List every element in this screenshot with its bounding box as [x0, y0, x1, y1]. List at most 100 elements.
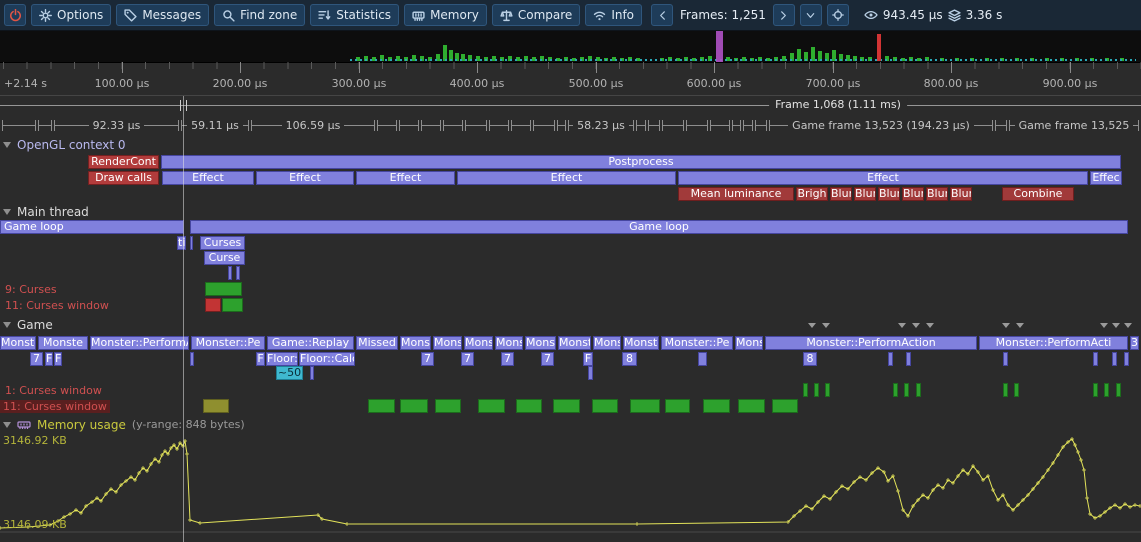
- zone-bar[interactable]: Monster::PerformA: [90, 336, 189, 350]
- game-frame-segment[interactable]: [38, 120, 52, 131]
- collapsed-zones-arrow-icon[interactable]: [822, 323, 830, 328]
- game-frame-segment[interactable]: 106.59 µs: [251, 120, 375, 131]
- lock-bar[interactable]: [1003, 383, 1008, 397]
- game-frame-segment[interactable]: [648, 120, 660, 131]
- memory-button[interactable]: Memory: [404, 4, 487, 26]
- zone-bar[interactable]: Effect: [256, 171, 354, 185]
- collapsed-zones-arrow-icon[interactable]: [898, 323, 906, 328]
- lock-bar[interactable]: [1014, 383, 1019, 397]
- zone-bar[interactable]: Curse: [204, 251, 245, 265]
- zone-bar[interactable]: Draw calls: [88, 171, 159, 185]
- zone-bar[interactable]: ~50: [276, 366, 303, 380]
- lock-bar[interactable]: [916, 383, 921, 397]
- game-frame-segment[interactable]: [662, 120, 684, 131]
- section-header-opengl[interactable]: OpenGL context 0: [0, 137, 1141, 152]
- lock-bar[interactable]: [893, 383, 898, 397]
- game-frame-segment[interactable]: [489, 120, 509, 131]
- game-frame-segment[interactable]: [377, 120, 397, 131]
- section-header-memory[interactable]: Memory usage (y-range: 848 bytes): [0, 417, 1141, 432]
- zone-bar[interactable]: Curses: [200, 236, 245, 250]
- lock-bar[interactable]: [368, 399, 395, 413]
- lock-bar[interactable]: [1093, 383, 1098, 397]
- zone-bar[interactable]: Monst: [400, 336, 431, 350]
- zone-bar[interactable]: Blur: [902, 187, 924, 201]
- lock-bar[interactable]: [553, 399, 580, 413]
- frame-menu-button[interactable]: [800, 4, 822, 26]
- game-frame-segment[interactable]: [557, 120, 566, 131]
- zone-bar[interactable]: 7: [30, 352, 43, 366]
- collapsed-zones-arrow-icon[interactable]: [1016, 323, 1024, 328]
- collapsed-zones-arrow-icon[interactable]: [808, 323, 816, 328]
- frame-overview-strip[interactable]: [0, 31, 1141, 63]
- zone-bar[interactable]: Brigh: [796, 187, 828, 201]
- zone-bar[interactable]: 8: [622, 352, 637, 366]
- zone-bar[interactable]: Effect: [162, 171, 254, 185]
- frame-band[interactable]: Frame 1,068 (1.11 ms): [0, 96, 1141, 115]
- zone-bar[interactable]: 7: [501, 352, 514, 366]
- zone-tick[interactable]: [906, 352, 911, 366]
- lock-bar[interactable]: [904, 383, 909, 397]
- zone-tick[interactable]: [228, 266, 232, 280]
- game-frame-segment[interactable]: [732, 120, 741, 131]
- collapsed-zones-arrow-icon[interactable]: [926, 323, 934, 328]
- lock-bar[interactable]: [205, 298, 221, 312]
- game-frame-segment[interactable]: [995, 120, 1007, 131]
- next-frame-button[interactable]: [773, 4, 795, 26]
- zone-bar[interactable]: Mons: [735, 336, 763, 350]
- zone-tick[interactable]: [698, 352, 707, 366]
- goto-frame-button[interactable]: [827, 4, 849, 26]
- game-frame-segment[interactable]: [443, 120, 463, 131]
- zone-bar[interactable]: F: [54, 352, 62, 366]
- zone-bar[interactable]: Monste: [0, 336, 36, 350]
- zone-bar[interactable]: Blur: [830, 187, 852, 201]
- zone-tick[interactable]: [588, 366, 593, 380]
- zone-bar[interactable]: Monster::Pe: [661, 336, 733, 350]
- current-view-marker[interactable]: [716, 31, 723, 62]
- zone-tick[interactable]: [190, 236, 193, 250]
- compare-button[interactable]: Compare: [492, 4, 580, 26]
- zone-bar[interactable]: Blur: [926, 187, 948, 201]
- lock-bar[interactable]: [1116, 383, 1121, 397]
- statistics-button[interactable]: Statistics: [310, 4, 399, 26]
- zone-bar[interactable]: Mons: [495, 336, 523, 350]
- zone-bar[interactable]: 7: [421, 352, 434, 366]
- zone-bar[interactable]: F: [45, 352, 53, 366]
- zone-bar[interactable]: Postprocess: [161, 155, 1121, 169]
- lock-bar[interactable]: [738, 399, 765, 413]
- zone-bar[interactable]: F: [256, 352, 265, 366]
- collapsed-zones-arrow-icon[interactable]: [912, 323, 920, 328]
- game-frame-segment[interactable]: [465, 120, 487, 131]
- game-frame-segment[interactable]: [533, 120, 555, 131]
- section-header-main-thread[interactable]: Main thread: [0, 204, 1141, 219]
- zone-bar[interactable]: Monst: [525, 336, 556, 350]
- zone-bar[interactable]: Combine: [1002, 187, 1074, 201]
- game-frame-segment[interactable]: [755, 120, 767, 131]
- zone-tick[interactable]: [236, 266, 240, 280]
- lock-bar[interactable]: [814, 383, 819, 397]
- find-zone-button[interactable]: Find zone: [214, 4, 305, 26]
- lock-bar[interactable]: [803, 383, 808, 397]
- zone-bar[interactable]: Blur: [950, 187, 972, 201]
- game-frame-segment[interactable]: Game frame 13,525: [1009, 120, 1139, 131]
- zone-bar[interactable]: Monster::Pe: [191, 336, 265, 350]
- game-frame-segment[interactable]: [636, 120, 646, 131]
- game-frame-segment[interactable]: [421, 120, 441, 131]
- power-button[interactable]: [4, 4, 26, 26]
- lock-bar[interactable]: [772, 399, 798, 413]
- zone-bar[interactable]: RenderCont: [88, 155, 159, 169]
- zone-bar[interactable]: Missed: [356, 336, 398, 350]
- zone-bar[interactable]: F: [583, 352, 593, 366]
- zone-bar[interactable]: Effect: [356, 171, 455, 185]
- zone-tick[interactable]: [310, 366, 314, 380]
- zone-bar[interactable]: Monster::PerformActi: [979, 336, 1128, 350]
- game-frame-segment[interactable]: 92.33 µs: [54, 120, 179, 131]
- lock-bar[interactable]: [222, 298, 243, 312]
- zone-bar[interactable]: Monste: [38, 336, 88, 350]
- lock-bar[interactable]: [592, 399, 618, 413]
- zone-bar[interactable]: ti: [177, 236, 186, 250]
- zone-bar[interactable]: Monste: [558, 336, 591, 350]
- zone-bar[interactable]: Blur: [878, 187, 900, 201]
- zone-bar[interactable]: Effec: [1090, 171, 1122, 185]
- game-frame-segment[interactable]: Game frame 13,523 (194.23 µs): [769, 120, 993, 131]
- zone-bar[interactable]: Monste: [623, 336, 659, 350]
